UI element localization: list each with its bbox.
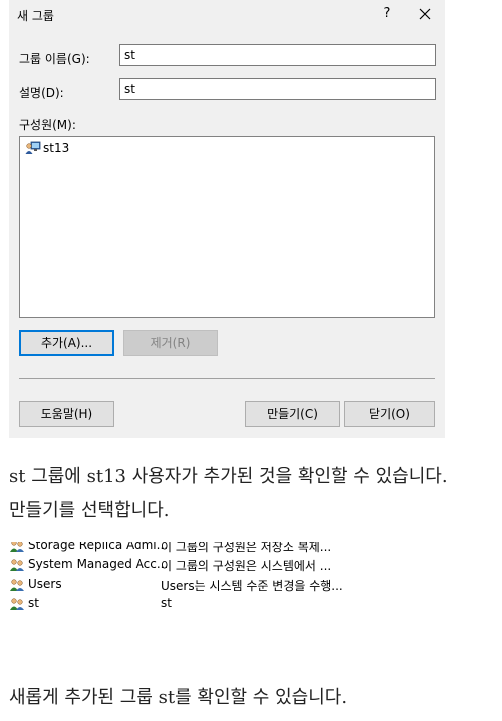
list-item[interactable]: st13: [25, 141, 69, 155]
close-button[interactable]: 닫기(O): [344, 401, 435, 427]
caption-line2: 만들기를 선택합니다.: [9, 500, 170, 521]
dialog-title: 새 그룹: [17, 9, 54, 23]
group-name: st: [28, 596, 39, 610]
divider: [19, 378, 435, 379]
user-icon: [25, 141, 41, 155]
close-icon[interactable]: [415, 4, 435, 24]
group-description: st: [161, 596, 172, 610]
add-button[interactable]: 추가(A)...: [19, 330, 114, 356]
group-description: 이 그룹의 구성원은 시스템에서 ...: [161, 559, 332, 573]
table-row[interactable]: Storage Replica Admi... 이 그룹의 구성원은 저장소 복…: [8, 542, 358, 556]
group-icon: [9, 558, 25, 572]
group-icon: [9, 578, 25, 592]
group-name: Users: [28, 577, 62, 591]
caption-line3: 새롭게 추가된 그룹 st를 확인할 수 있습니다.: [9, 687, 348, 708]
group-name: Storage Replica Admi...: [28, 542, 169, 552]
description-input[interactable]: st: [119, 78, 436, 100]
group-name-label: 그룹 이름(G):: [19, 52, 90, 66]
table-row[interactable]: Users Users는 시스템 수준 변경을 수행...: [8, 577, 358, 595]
members-label: 구성원(M):: [19, 118, 76, 132]
group-name: System Managed Acc...: [28, 557, 169, 571]
description-label: 설명(D):: [19, 86, 64, 100]
caption-line1: st 그룹에 st13 사용자가 추가된 것을 확인할 수 있습니다.: [9, 466, 448, 487]
table-row[interactable]: System Managed Acc... 이 그룹의 구성원은 시스템에서 .…: [8, 557, 358, 575]
new-group-dialog: 새 그룹 ? 그룹 이름(G): st 설명(D): st 구성원(M): st…: [9, 0, 445, 438]
members-listbox[interactable]: st13: [19, 136, 435, 318]
help-question-button[interactable]: ?: [377, 4, 397, 24]
group-description: Users는 시스템 수준 변경을 수행...: [161, 579, 343, 593]
create-button[interactable]: 만들기(C): [245, 401, 340, 427]
remove-button[interactable]: 제거(R): [123, 330, 218, 356]
group-icon: [9, 542, 25, 553]
group-icon: [9, 597, 25, 611]
groups-list: Storage Replica Admi... 이 그룹의 구성원은 저장소 복…: [8, 542, 358, 616]
group-name-input[interactable]: st: [119, 44, 436, 66]
member-name: st13: [43, 141, 70, 155]
help-button[interactable]: 도움말(H): [19, 401, 114, 427]
table-row[interactable]: st st: [8, 596, 358, 614]
group-description: 이 그룹의 구성원은 저장소 복제...: [161, 542, 332, 554]
